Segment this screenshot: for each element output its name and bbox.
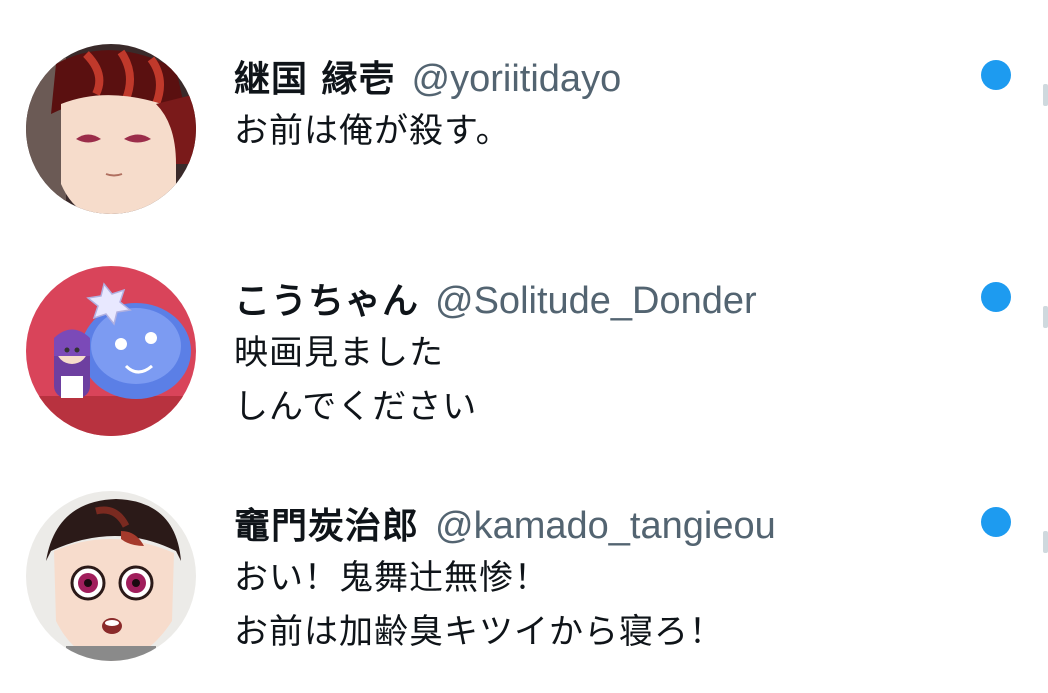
message-line: お前は俺が殺す。 (234, 111, 511, 151)
anime-character-red-hair-avatar-icon (26, 44, 196, 214)
avatar[interactable] (26, 491, 196, 661)
user-handle: @yoriitidayo (411, 58, 622, 100)
conversation-row[interactable]: こうちゃん @Solitude_Donder 映画見ました しんでください (0, 262, 1048, 462)
edge-mark (1043, 84, 1048, 106)
edge-mark (1043, 306, 1048, 328)
message-list: 継国 縁壱 @yoriitidayo お前は俺が殺す。 こうちゃん @Solit… (0, 0, 1048, 693)
blue-mascot-avatar-icon (26, 266, 196, 436)
unread-dot-icon (981, 507, 1011, 537)
conversation-content: こうちゃん @Solitude_Donder 映画見ました しんでください (234, 272, 954, 434)
message-line: お前は加齢臭キツイから寝ろ！ (234, 612, 724, 652)
conversation-content: 継国 縁壱 @yoriitidayo お前は俺が殺す。 (234, 50, 954, 158)
conversation-header: 竈門炭治郎 @kamado_tangieou (234, 497, 954, 547)
user-handle: @Solitude_Donder (435, 280, 757, 322)
conversation-content: 竈門炭治郎 @kamado_tangieou おい！鬼舞辻無惨！ お前は加齢臭キ… (234, 497, 954, 659)
unread-dot-icon (981, 282, 1011, 312)
unread-dot-icon (981, 60, 1011, 90)
user-handle: @kamado_tangieou (435, 505, 776, 547)
conversation-row[interactable]: 継国 縁壱 @yoriitidayo お前は俺が殺す。 (0, 40, 1048, 240)
edge-mark (1043, 531, 1048, 553)
avatar[interactable] (26, 44, 196, 214)
display-name: 継国 縁壱 (234, 59, 396, 100)
conversation-header: 継国 縁壱 @yoriitidayo (234, 50, 954, 100)
display-name: こうちゃん (234, 281, 420, 322)
message-line: おい！鬼舞辻無惨！ (234, 558, 549, 598)
avatar[interactable] (26, 266, 196, 436)
conversation-header: こうちゃん @Solitude_Donder (234, 272, 954, 322)
message-line: しんでください (234, 387, 478, 427)
message-preview: お前は俺が殺す。 (234, 104, 954, 158)
message-line: 映画見ました (234, 333, 444, 373)
conversation-row[interactable]: 竈門炭治郎 @kamado_tangieou おい！鬼舞辻無惨！ お前は加齢臭キ… (0, 487, 1048, 687)
anime-boy-avatar-icon (26, 491, 196, 661)
message-preview: 映画見ました しんでください (234, 326, 954, 434)
display-name: 竈門炭治郎 (234, 506, 420, 547)
message-preview: おい！鬼舞辻無惨！ お前は加齢臭キツイから寝ろ！ (234, 551, 954, 659)
